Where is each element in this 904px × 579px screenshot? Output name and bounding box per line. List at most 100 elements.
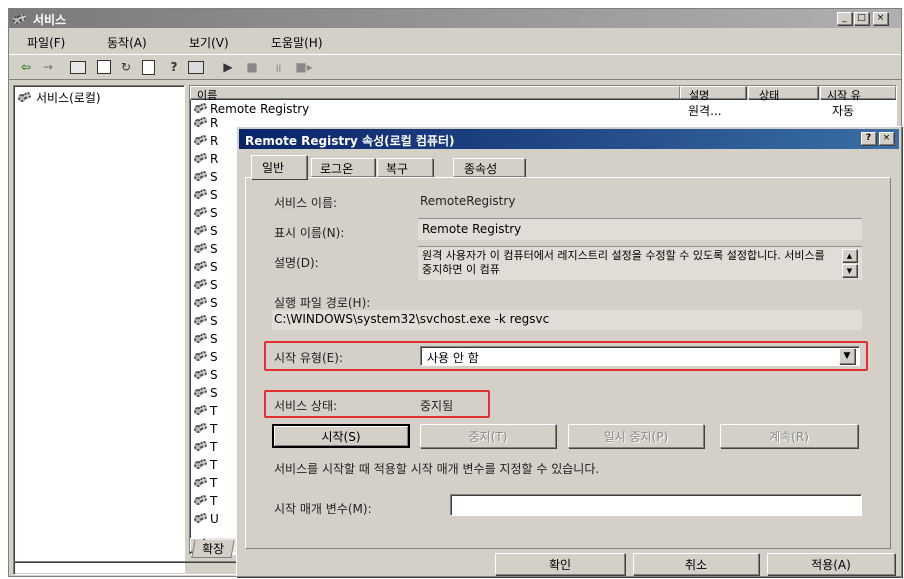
start-params-input[interactable]: [450, 494, 862, 516]
close-button[interactable]: ×: [873, 12, 888, 25]
menu-file[interactable]: 파일(F): [27, 34, 65, 51]
service-gear-icon: [194, 296, 208, 309]
scroll-down-button[interactable]: ▼: [842, 264, 857, 277]
maximize-button[interactable]: □: [854, 12, 869, 25]
service-name-cell: S: [210, 241, 218, 256]
service-name-cell: S: [210, 223, 218, 238]
service-gear-icon: [194, 152, 208, 165]
pause-button[interactable]: 일시 중지(P): [568, 424, 704, 448]
restart-icon[interactable]: ■▸: [295, 59, 313, 75]
tab-recovery[interactable]: 복구: [377, 158, 433, 177]
startup-type-dropdown[interactable]: 사용 안 함 ▼: [420, 346, 860, 366]
cancel-button[interactable]: 취소: [633, 553, 759, 575]
tab-logon[interactable]: 로그온: [311, 158, 375, 177]
service-name-cell: R: [210, 151, 219, 166]
table-row[interactable]: R: [190, 151, 219, 166]
service-gear-icon: [194, 368, 208, 381]
table-row[interactable]: S: [190, 277, 218, 292]
main-title-bar[interactable]: 서비스 _ □ ×: [9, 9, 901, 28]
table-row[interactable]: S: [190, 188, 218, 202]
tree-root-label: 서비스(로컬): [36, 91, 101, 105]
menu-action[interactable]: 동작(A): [107, 34, 147, 51]
tree-root-item[interactable]: 서비스(로컬): [18, 89, 101, 106]
pause-icon[interactable]: ॥: [269, 59, 287, 75]
table-row[interactable]: S: [190, 241, 218, 256]
column-header-status[interactable]: 상태: [748, 86, 818, 102]
table-row[interactable]: S: [190, 170, 218, 184]
service-gear-icon: [194, 278, 208, 291]
service-status-label: 서비스 상태:: [274, 399, 338, 413]
menu-view[interactable]: 보기(V): [189, 34, 229, 51]
tab-dependencies[interactable]: 종속성: [453, 158, 525, 177]
resume-button[interactable]: 계속(R): [720, 424, 858, 448]
table-row[interactable]: S: [190, 368, 218, 382]
column-header-description[interactable]: 설명: [680, 86, 746, 102]
refresh-icon[interactable]: ↻: [117, 59, 135, 75]
table-row[interactable]: T: [190, 404, 217, 418]
column-header-startup[interactable]: 시작 유: [820, 86, 896, 102]
service-gear-icon: [194, 386, 208, 399]
service-name-cell: T: [210, 475, 218, 490]
forward-arrow-icon[interactable]: →: [39, 59, 57, 75]
tab-extended-label: 확장: [202, 542, 225, 556]
table-row[interactable]: R: [190, 134, 218, 148]
startup-type-label: 시작 유형(E):: [274, 351, 343, 365]
table-row[interactable]: T: [190, 422, 217, 436]
exe-path-label: 실행 파일 경로(H):: [274, 296, 371, 310]
export-icon[interactable]: [139, 59, 157, 75]
table-row[interactable]: S: [190, 206, 218, 220]
display-name-field[interactable]: Remote Registry: [418, 218, 862, 240]
dialog-close-button[interactable]: ×: [879, 132, 894, 145]
properties-icon[interactable]: [95, 59, 113, 75]
table-row[interactable]: S: [190, 295, 218, 310]
scroll-up-button[interactable]: ▲: [842, 249, 857, 262]
chevron-down-icon[interactable]: ▼: [839, 348, 855, 364]
service-name-cell: T: [210, 457, 218, 472]
service-status-value: 중지됨: [420, 399, 454, 413]
table-row[interactable]: S: [190, 386, 218, 400]
stop-button[interactable]: 중지(T): [420, 424, 556, 448]
apply-button[interactable]: 적용(A): [767, 553, 895, 575]
table-row[interactable]: T: [190, 440, 217, 454]
dialog-title-bar[interactable]: Remote Registry 속성(로컬 컴퓨터) ? ×: [239, 129, 899, 149]
service-gear-icon: [194, 206, 208, 219]
menu-help[interactable]: 도움말(H): [271, 34, 323, 51]
table-row[interactable]: U: [190, 512, 219, 526]
minimize-button[interactable]: _: [837, 12, 852, 25]
back-arrow-icon[interactable]: ⇦: [17, 59, 35, 75]
console-tree-icon[interactable]: [69, 59, 87, 75]
table-row[interactable]: S: [190, 314, 218, 328]
table-row[interactable]: R: [190, 116, 218, 130]
table-row[interactable]: S: [190, 350, 218, 364]
table-row[interactable]: T: [190, 475, 218, 490]
dialog-help-button[interactable]: ?: [861, 132, 876, 145]
service-name-cell: T: [210, 493, 218, 508]
play-icon[interactable]: ▶: [219, 59, 237, 75]
service-gear-icon: [194, 314, 208, 327]
tab-extended[interactable]: 확장: [191, 540, 235, 558]
console-icon[interactable]: [187, 59, 205, 75]
service-gear-icon: [194, 260, 208, 273]
table-row[interactable]: Remote Registry 원격... 자동: [190, 102, 896, 118]
tab-general[interactable]: 일반: [251, 155, 307, 179]
table-row[interactable]: S: [190, 332, 218, 346]
service-gear-icon: [194, 422, 208, 435]
table-row[interactable]: S: [190, 260, 218, 274]
service-gear-icon: [194, 332, 208, 345]
table-row[interactable]: T: [190, 493, 218, 508]
start-params-label: 시작 매개 변수(M):: [274, 502, 372, 516]
tab-strip: 일반 로그온 복구 종속성: [245, 155, 895, 179]
ok-button[interactable]: 확인: [495, 553, 625, 575]
service-name-cell: S: [210, 277, 218, 292]
column-header-name[interactable]: 이름: [190, 86, 680, 102]
table-row[interactable]: T: [190, 457, 218, 472]
services-app-icon: [13, 13, 27, 26]
menu-bar: 파일(F) 동작(A) 보기(V) 도움말(H): [9, 30, 901, 52]
help-icon[interactable]: ?: [165, 59, 183, 75]
service-gear-icon: [194, 134, 208, 147]
start-button[interactable]: 시작(S): [272, 424, 410, 448]
stop-icon[interactable]: ■: [243, 59, 261, 75]
service-name-cell: S: [210, 295, 218, 310]
table-row[interactable]: S: [190, 223, 218, 238]
startup-type-value: 사용 안 함: [427, 351, 479, 365]
